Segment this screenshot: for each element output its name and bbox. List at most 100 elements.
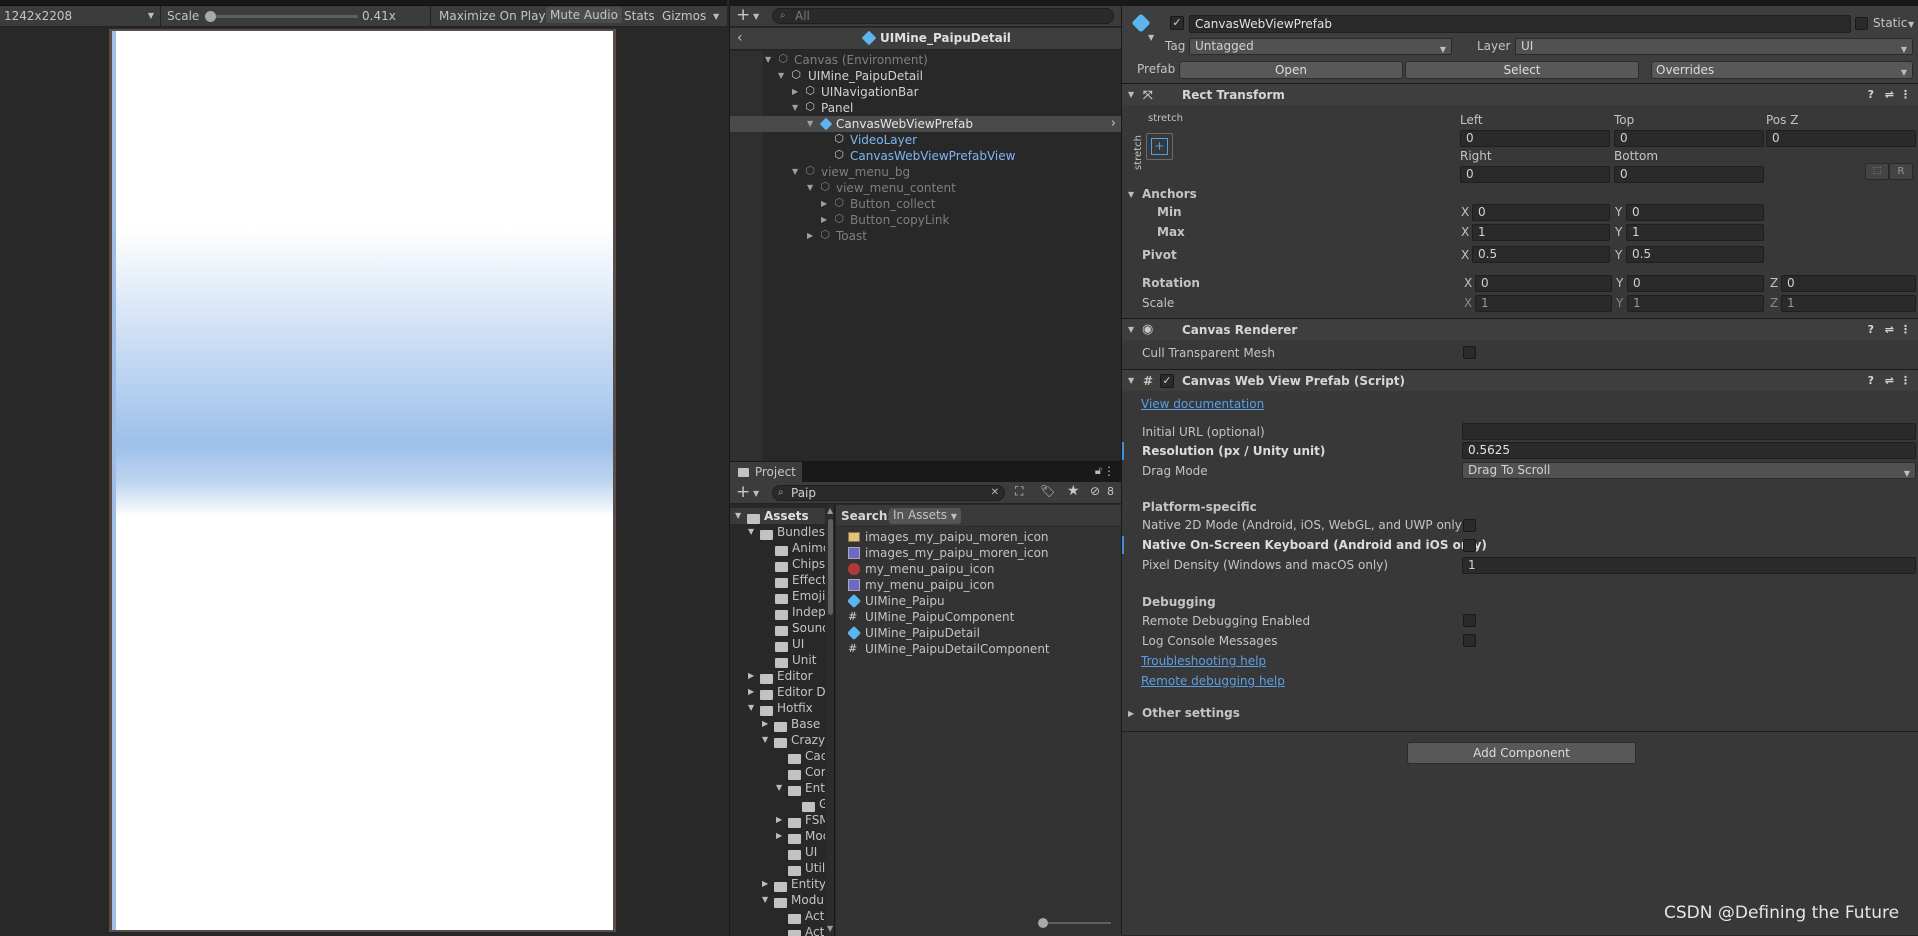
expand-triangle-icon[interactable]: ▼ <box>762 732 768 748</box>
more-options-icon[interactable]: ⋮ <box>1900 319 1911 341</box>
static-checkbox[interactable] <box>1855 17 1868 30</box>
pivot-y-input[interactable]: 0.5 <box>1626 246 1764 263</box>
search-by-label-icon[interactable]: 🏷︎ <box>1040 484 1055 498</box>
lock-icon[interactable]: 🔓︎ <box>1095 464 1102 478</box>
expand-triangle-icon[interactable]: ▶ <box>792 84 798 100</box>
mute-audio-toggle[interactable]: Mute Audio <box>546 7 622 23</box>
help-icon[interactable]: ? <box>1868 84 1874 106</box>
rect-transform-header[interactable]: ▼ ⤧ Rect Transform ? ⇌ ⋮ <box>1122 83 1918 105</box>
hierarchy-item[interactable]: ▼ ⬡ UIMine_PaipuDetail <box>730 68 1122 84</box>
more-options-icon[interactable]: ⋮ <box>1900 84 1911 106</box>
icon-size-slider[interactable] <box>1038 918 1111 928</box>
prefab-select-button[interactable]: Select <box>1405 61 1639 79</box>
hierarchy-item[interactable]: ▼ ⬡ view_menu_bg <box>730 164 1122 180</box>
asset-result[interactable]: UIMine_PaipuDetail <box>848 625 1118 641</box>
tree-item[interactable]: Animo <box>730 540 825 556</box>
other-settings-foldout[interactable]: Other settings <box>1142 706 1240 720</box>
tree-item[interactable]: ▶ Base <box>730 716 825 732</box>
chevron-down-icon[interactable]: ▼ <box>713 12 719 21</box>
left-input[interactable]: 0 <box>1460 130 1610 147</box>
expand-triangle-icon[interactable]: ▶ <box>1128 709 1134 718</box>
hierarchy-item[interactable]: ▶ ⬡ Toast <box>730 228 1122 244</box>
anchor-presets-button[interactable]: + <box>1146 133 1173 160</box>
help-icon[interactable]: ? <box>1868 319 1874 341</box>
asset-result[interactable]: images_my_paipu_moren_icon <box>848 545 1118 561</box>
hierarchy-item[interactable]: ▼ ⬡ Canvas (Environment) <box>730 52 1122 68</box>
tree-item[interactable]: ▶ Entity <box>730 876 825 892</box>
cull-transparent-mesh-checkbox[interactable] <box>1463 346 1476 359</box>
tree-item-assets[interactable]: ▼ Assets <box>730 508 825 524</box>
hierarchy-item[interactable]: ▶ ⬡ UINavigationBar <box>730 84 1122 100</box>
tree-item[interactable]: Effect <box>730 572 825 588</box>
project-search-input[interactable]: ⌕ Paip ✕ <box>772 485 1005 501</box>
expand-triangle-icon[interactable]: ▶ <box>762 716 768 732</box>
native-2d-mode-checkbox[interactable] <box>1463 519 1476 532</box>
gizmos-dropdown[interactable]: Gizmos <box>662 9 706 23</box>
add-component-button[interactable]: Add Component <box>1407 742 1636 764</box>
asset-result[interactable]: my_menu_paipu_icon <box>848 561 1118 577</box>
tag-dropdown[interactable]: Untagged ▼ <box>1189 38 1452 55</box>
layer-dropdown[interactable]: UI ▼ <box>1515 38 1913 55</box>
hierarchy-item-selected[interactable]: ▼ CanvasWebViewPrefab › <box>730 116 1122 132</box>
expand-triangle-icon[interactable]: ▼ <box>776 780 782 796</box>
expand-triangle-icon[interactable]: ▼ <box>748 700 754 716</box>
troubleshooting-help-link[interactable]: Troubleshooting help <box>1141 654 1266 668</box>
expand-triangle-icon[interactable]: ▼ <box>765 52 771 68</box>
view-documentation-link[interactable]: View documentation <box>1141 397 1264 411</box>
expand-triangle-icon[interactable]: ▼ <box>1128 84 1134 106</box>
asset-result[interactable]: UIMine_Paipu <box>848 593 1118 609</box>
search-scope-in-assets[interactable]: In Assets ▼ <box>889 508 961 524</box>
initial-url-input[interactable] <box>1462 423 1916 440</box>
prefab-overrides-dropdown[interactable]: Overrides ▼ <box>1651 61 1913 79</box>
tree-scrollbar-thumb[interactable] <box>828 519 833 615</box>
native-keyboard-checkbox[interactable] <box>1463 539 1476 552</box>
more-options-icon[interactable]: ⋮ <box>1103 464 1115 478</box>
scroll-down-icon[interactable]: ▼ <box>827 924 833 933</box>
preset-icon[interactable]: ⇌ <box>1885 84 1894 106</box>
expand-triangle-icon[interactable]: ▼ <box>1128 370 1134 392</box>
add-icon[interactable]: + <box>736 5 750 25</box>
remote-debugging-help-link[interactable]: Remote debugging help <box>1141 674 1285 688</box>
hierarchy-item[interactable]: ⬡ CanvasWebViewPrefabView <box>730 148 1122 164</box>
tree-item[interactable]: Cac <box>730 748 825 764</box>
anchor-max-x-input[interactable]: 1 <box>1472 224 1610 241</box>
chevron-down-icon[interactable]: ▼ <box>753 12 759 21</box>
rotation-y-input[interactable]: 0 <box>1627 275 1764 292</box>
posz-input[interactable]: 0 <box>1766 130 1916 147</box>
right-input[interactable]: 0 <box>1460 166 1610 183</box>
hierarchy-item[interactable]: ▼ ⬡ Panel <box>730 100 1122 116</box>
scale-z-input[interactable]: 1 <box>1781 295 1916 312</box>
expand-triangle-icon[interactable]: ▼ <box>807 180 813 196</box>
rotation-z-input[interactable]: 0 <box>1781 275 1916 292</box>
scroll-up-icon[interactable]: ▲ <box>827 506 833 515</box>
favorite-star-icon[interactable]: ★ <box>1067 483 1080 499</box>
pixel-density-input[interactable]: 1 <box>1462 557 1916 574</box>
expand-triangle-icon[interactable]: ▼ <box>778 68 784 84</box>
help-icon[interactable]: ? <box>1868 370 1874 392</box>
tree-item[interactable]: ▼ Bundles <box>730 524 825 540</box>
tree-item[interactable]: UI <box>730 844 825 860</box>
expand-triangle-icon[interactable]: ▼ <box>735 508 741 524</box>
drag-mode-dropdown[interactable]: Drag To Scroll ▼ <box>1462 462 1916 479</box>
pivot-x-input[interactable]: 0.5 <box>1472 246 1610 263</box>
preset-icon[interactable]: ⇌ <box>1885 370 1894 392</box>
tree-item[interactable]: G <box>730 796 825 812</box>
add-icon[interactable]: + <box>736 482 750 502</box>
tree-item[interactable]: ▶ Editor De <box>730 684 825 700</box>
expand-triangle-icon[interactable]: ▶ <box>748 668 754 684</box>
chevron-down-icon[interactable]: ▼ <box>1148 33 1154 42</box>
tree-item[interactable]: Chips <box>730 556 825 572</box>
asset-result[interactable]: # UIMine_PaipuDetailComponent <box>848 641 1118 657</box>
bottom-input[interactable]: 0 <box>1614 166 1764 183</box>
tree-item[interactable]: UI <box>730 636 825 652</box>
expand-triangle-icon[interactable]: ▼ <box>1128 319 1134 341</box>
tree-item[interactable]: ▶ Mod <box>730 828 825 844</box>
raw-edit-button[interactable]: R <box>1889 163 1913 180</box>
expand-triangle-icon[interactable]: ▼ <box>792 100 798 116</box>
hierarchy-item[interactable]: ⬡ VideoLayer <box>730 132 1122 148</box>
top-input[interactable]: 0 <box>1614 130 1764 147</box>
tree-item[interactable]: Emoji <box>730 588 825 604</box>
prefab-open-button[interactable]: Open <box>1179 61 1403 79</box>
tree-item[interactable]: ▼ Hotfix <box>730 700 825 716</box>
expand-triangle-icon[interactable]: ▶ <box>821 196 827 212</box>
